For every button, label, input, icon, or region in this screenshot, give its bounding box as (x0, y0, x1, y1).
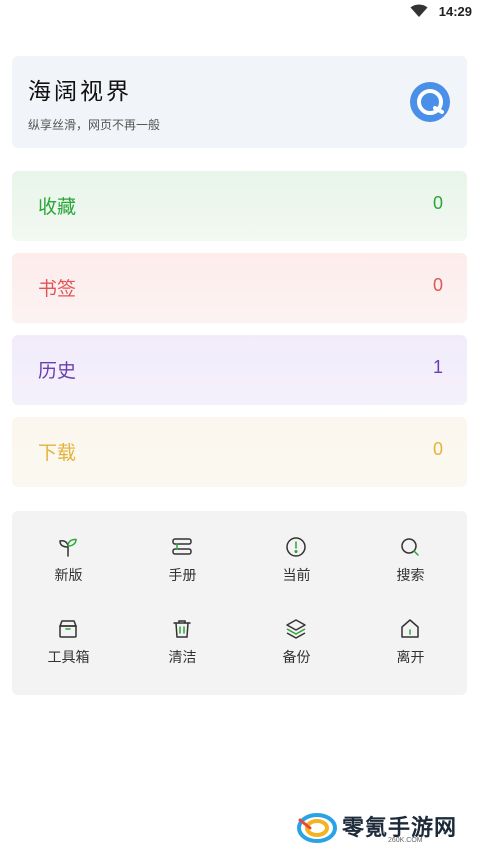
status-bar: 14:29 (0, 0, 480, 26)
search-icon (401, 538, 419, 556)
downloads-card[interactable]: 下载 0 (12, 417, 467, 487)
status-time: 14:29 (438, 4, 472, 19)
downloads-label: 下载 (38, 442, 77, 464)
favorites-label: 收藏 (38, 196, 77, 218)
watermark: 零氪手游网 260K.COM (296, 806, 476, 848)
watermark-url: 260K.COM (388, 837, 423, 844)
layers-icon (286, 619, 306, 639)
app-logo-icon[interactable] (409, 81, 451, 123)
tool-label: 备份 (282, 650, 311, 666)
toolbox-icon (58, 620, 78, 638)
info-circle-icon (286, 537, 306, 557)
tool-current[interactable]: 当前 (240, 535, 353, 605)
manual-icon (172, 538, 192, 555)
downloads-count: 0 (432, 439, 443, 459)
app-title: 海阔视界 (28, 79, 132, 105)
watermark-logo-icon (297, 813, 337, 843)
tool-clean[interactable]: 清洁 (126, 617, 239, 687)
home-icon (401, 619, 419, 638)
sprout-icon (59, 538, 77, 557)
favorites-card[interactable]: 收藏 0 (12, 171, 467, 241)
tool-manual[interactable]: 手册 (126, 535, 239, 605)
app-subtitle: 纵享丝滑，网页不再一般 (28, 118, 161, 132)
tool-backup[interactable]: 备份 (240, 617, 353, 687)
wifi-icon (410, 4, 428, 17)
tool-label: 工具箱 (47, 650, 90, 666)
favorites-count: 0 (432, 193, 443, 213)
tool-toolbox[interactable]: 工具箱 (12, 617, 125, 687)
trash-icon (173, 620, 191, 638)
header-card: 海阔视界 纵享丝滑，网页不再一般 (12, 56, 467, 148)
tool-label: 离开 (396, 650, 425, 666)
tools-panel: 新版 手册 当前 搜索 工具箱 清洁 备份 离开 (12, 511, 467, 695)
bookmarks-count: 0 (432, 275, 443, 295)
tool-label: 新版 (54, 568, 83, 584)
tool-leave[interactable]: 离开 (354, 617, 467, 687)
bookmarks-card[interactable]: 书签 0 (12, 253, 467, 323)
history-card[interactable]: 历史 1 (12, 335, 467, 405)
tool-search[interactable]: 搜索 (354, 535, 467, 605)
history-label: 历史 (38, 360, 77, 382)
tool-label: 当前 (282, 568, 311, 584)
tool-label: 手册 (168, 568, 197, 584)
tool-new-version[interactable]: 新版 (12, 535, 125, 605)
history-count: 1 (432, 357, 443, 377)
tool-label: 搜索 (396, 568, 425, 584)
bookmarks-label: 书签 (38, 278, 77, 300)
tool-label: 清洁 (168, 650, 197, 666)
